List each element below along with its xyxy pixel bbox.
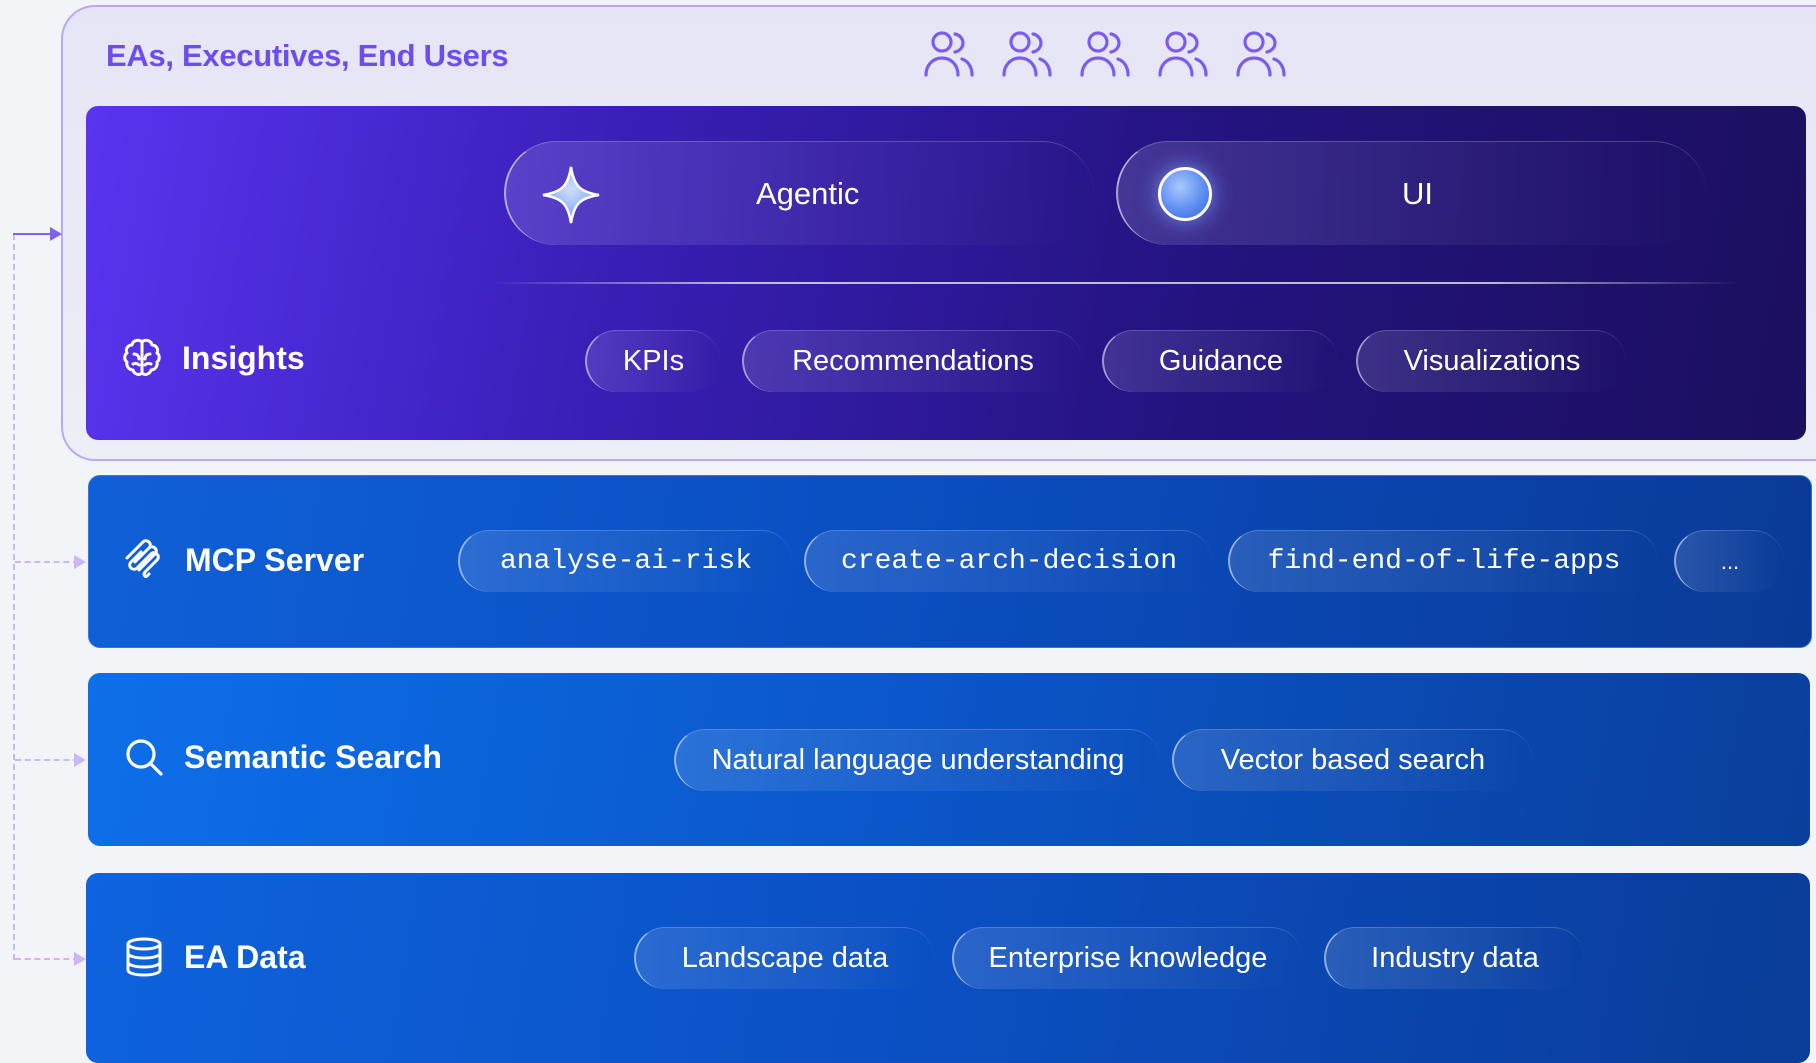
mcp-server-title: MCP Server	[185, 541, 365, 578]
connector-arrow-mcp	[74, 555, 86, 569]
insights-label: Insights	[120, 336, 305, 380]
insights-title: Insights	[182, 339, 305, 376]
insights-pill-kpis: KPIs	[585, 330, 720, 392]
agentic-mode: Agentic	[504, 141, 1094, 245]
search-icon	[126, 739, 163, 776]
users-icon	[924, 31, 974, 77]
search-pill-nlu: Natural language understanding	[674, 729, 1160, 791]
orb-icon	[1158, 167, 1212, 221]
insights-divider	[490, 282, 1740, 284]
ui-label: UI	[1402, 175, 1433, 211]
connector-line	[13, 234, 17, 960]
connector-to-users	[13, 233, 53, 235]
connector-to-mcp	[15, 561, 79, 563]
search-pill-vector: Vector based search	[1172, 729, 1532, 791]
mcp-icon	[125, 539, 160, 578]
ea-data-title: EA Data	[184, 938, 306, 975]
insights-pill-visualizations: Visualizations	[1356, 330, 1626, 392]
insights-pill-guidance: Guidance	[1102, 330, 1338, 392]
data-pill-enterprise: Enterprise knowledge	[952, 927, 1302, 989]
mcp-tool-pill: analyse-ai-risk	[458, 530, 792, 592]
database-icon	[126, 937, 162, 977]
connector-arrow-search	[74, 753, 86, 767]
semantic-search-label: Semantic Search	[122, 735, 442, 779]
mcp-more-pill: ...	[1674, 530, 1784, 592]
connector-arrow-users	[50, 227, 62, 241]
users-icon	[1158, 31, 1208, 77]
semantic-search-title: Semantic Search	[184, 738, 442, 775]
connector-arrow-data	[74, 952, 86, 966]
users-layer-title: EAs, Executives, End Users	[106, 38, 509, 73]
users-icon	[1236, 31, 1286, 77]
users-icon-group	[922, 28, 1288, 82]
sparkle-icon	[542, 166, 600, 224]
connector-to-search	[15, 759, 79, 761]
users-icon	[1002, 31, 1052, 77]
data-pill-industry: Industry data	[1324, 927, 1584, 989]
agentic-label: Agentic	[756, 175, 860, 211]
mcp-tool-pill: find-end-of-life-apps	[1228, 530, 1658, 592]
connector-to-data	[15, 958, 79, 960]
mcp-tool-pill: create-arch-decision	[804, 530, 1212, 592]
insights-pill-recommendations: Recommendations	[742, 330, 1082, 392]
ui-mode: UI	[1116, 141, 1706, 245]
brain-icon	[123, 338, 161, 376]
data-pill-landscape: Landscape data	[634, 927, 934, 989]
mcp-server-label: MCP Server	[123, 538, 364, 582]
users-icon	[1080, 31, 1130, 77]
ea-data-label: EA Data	[122, 935, 306, 979]
